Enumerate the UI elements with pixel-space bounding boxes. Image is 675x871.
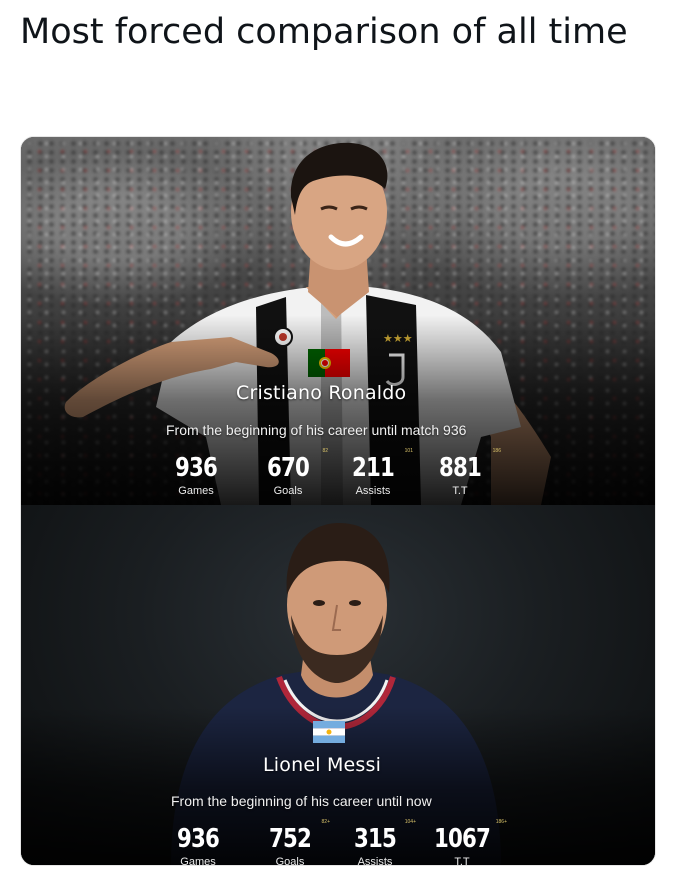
stat-label: T.T xyxy=(454,856,470,866)
stat-goals: 82+ 752 Goals xyxy=(260,819,330,866)
stat-note: 82 xyxy=(322,448,328,454)
bottom-gradient xyxy=(21,315,655,505)
stats-subtitle: From the beginning of his career until m… xyxy=(166,422,467,438)
ronaldo-panel: ★★★ Cristiano Ronaldo From the beginning… xyxy=(21,137,655,505)
stat-label: Assists xyxy=(357,856,393,866)
player-name: Lionel Messi xyxy=(263,754,382,776)
stat-note: 82+ xyxy=(321,819,330,825)
stat-total: 186 881 T.T xyxy=(429,448,501,497)
stat-note: 101 xyxy=(404,448,413,454)
stat-label: Assists xyxy=(355,485,391,497)
tweet-media-image[interactable]: ★★★ Cristiano Ronaldo From the beginning… xyxy=(20,136,656,866)
stat-games: 936 Games xyxy=(168,824,228,866)
tweet-text: Most forced comparison of all time xyxy=(20,12,628,52)
stat-value: 881 xyxy=(438,453,482,483)
stat-value: 670 xyxy=(266,453,310,483)
stat-label: Goals xyxy=(273,485,303,497)
messi-panel xyxy=(21,505,655,865)
stat-note: 186 xyxy=(492,448,501,454)
stat-note: 186+ xyxy=(495,819,507,825)
stat-total: 186+ 1067 T.T xyxy=(427,819,507,866)
stat-assists: 101 211 Assists xyxy=(343,448,413,497)
stats-subtitle: From the beginning of his career until n… xyxy=(171,793,432,809)
stat-value: 752 xyxy=(268,824,312,854)
stat-label: Games xyxy=(178,485,214,497)
stat-label: Goals xyxy=(275,856,305,866)
player-name: Cristiano Ronaldo xyxy=(236,382,407,404)
stat-value: 936 xyxy=(176,824,220,854)
stat-goals: 82 670 Goals xyxy=(258,448,328,497)
stat-label: Games xyxy=(180,856,216,866)
stat-games: 936 Games xyxy=(166,454,226,497)
stat-note: 104+ xyxy=(404,819,416,825)
argentina-flag xyxy=(313,721,345,743)
stat-value: 936 xyxy=(174,453,218,483)
stat-label: T.T xyxy=(452,485,468,497)
stat-value: 211 xyxy=(351,453,395,483)
stat-value: 1067 xyxy=(433,824,491,854)
stat-value: 315 xyxy=(353,824,397,854)
stat-assists: 104+ 315 Assists xyxy=(344,819,416,866)
